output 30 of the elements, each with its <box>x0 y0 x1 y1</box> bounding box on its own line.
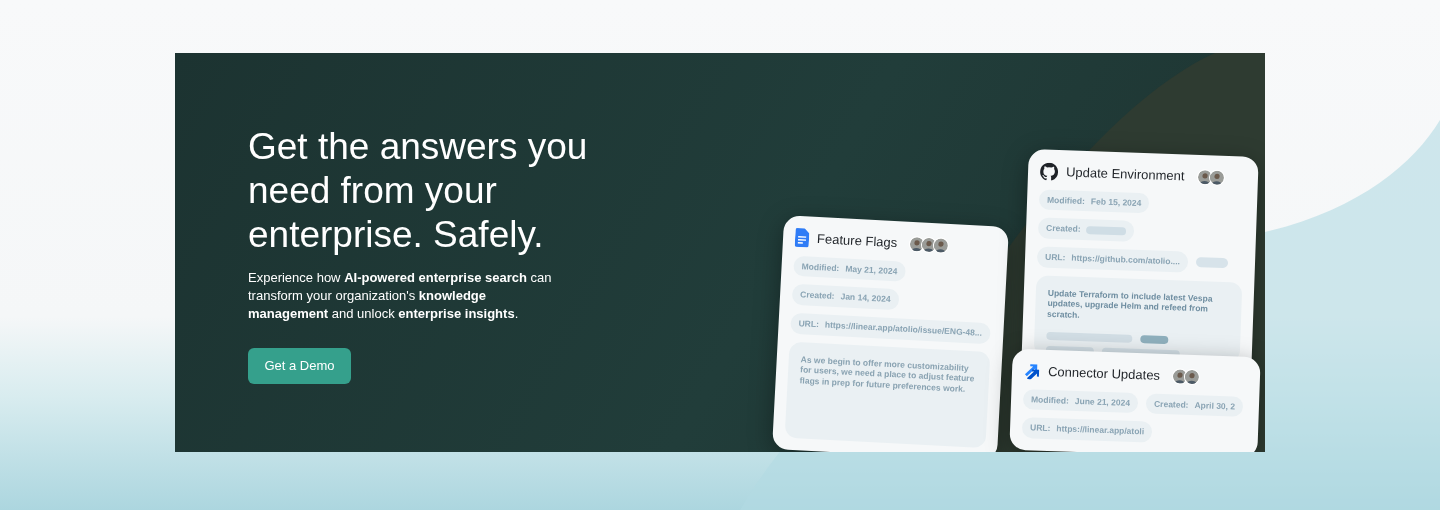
document-icon <box>794 228 810 248</box>
placeholder-bar <box>1086 225 1127 236</box>
get-demo-button[interactable]: Get a Demo <box>248 348 351 384</box>
meta-label: Modified: <box>1046 193 1086 208</box>
meta-value: Feb 15, 2024 <box>1090 194 1142 210</box>
meta-label: Created: <box>1045 221 1081 236</box>
meta-value: May 21, 2024 <box>845 262 898 278</box>
placeholder-bar <box>1195 257 1229 269</box>
meta-label: Created: <box>799 288 835 303</box>
url-label: URL: <box>1044 250 1066 265</box>
card-title: Update Environment <box>1065 163 1185 186</box>
card-title: Connector Updates <box>1047 362 1161 385</box>
description-text: As we begin to offer more customizability for users, we need a place to adjust feature flags in prep for future preferences work. <box>799 354 976 396</box>
url-label: URL: <box>798 317 820 331</box>
meta-value: April 30, 2 <box>1194 398 1236 413</box>
meta-label: Created: <box>1153 397 1189 412</box>
description-text: Update Terraform to include latest Vespa updates, upgrade Helm and refeed from scratch. <box>1046 287 1214 322</box>
card-title: Feature Flags <box>816 230 898 253</box>
octocat-icon <box>1039 162 1059 181</box>
double-arrow-icon <box>1023 362 1041 380</box>
meta-value: June 21, 2024 <box>1074 394 1131 410</box>
meta-label: Modified: <box>801 259 840 275</box>
url-label: URL: <box>1029 421 1051 436</box>
placeholder-bar <box>1140 334 1169 344</box>
url-value: https://linear.app/atoli <box>1056 422 1145 439</box>
hero-description: Experience how AI-powered enterprise search can transform your organization's knowledge management and unlock enterprise insights. <box>248 269 553 323</box>
url-value: https://github.com/atolio.... <box>1071 251 1181 269</box>
meta-label: Modified: <box>1030 392 1070 407</box>
meta-value: Jan 14, 2024 <box>840 290 891 306</box>
hero-headline: Get the answers you need from your enterprise. Safely. <box>248 125 589 257</box>
